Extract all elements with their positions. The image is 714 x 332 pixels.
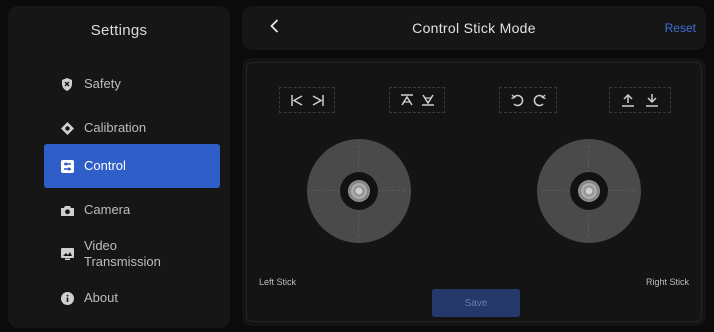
left-stick-label: Left Stick	[259, 277, 297, 287]
left-stick-diagram	[307, 139, 411, 243]
sidebar-item-label: Video Transmission	[84, 238, 161, 269]
video-transmission-icon	[60, 247, 74, 261]
throttle-up-icon	[400, 94, 413, 106]
yaw-left-icon	[290, 94, 303, 106]
right-stick-diagram	[537, 139, 641, 243]
stick-mode-panel: Left Stick Right Stick Save	[242, 58, 706, 326]
control-icon	[60, 159, 74, 173]
descend-icon	[646, 93, 658, 107]
sidebar-item-label: Camera	[84, 202, 131, 217]
reset-button[interactable]: Reset	[665, 21, 696, 35]
diamond-icon	[60, 121, 74, 135]
ascend-descend-toggle[interactable]	[609, 87, 671, 113]
sidebar-item-safety[interactable]: Safety	[44, 62, 220, 106]
page-title: Control Stick Mode	[412, 20, 536, 36]
ascend-icon	[622, 93, 634, 107]
sidebar-item-camera[interactable]: Camera	[44, 188, 220, 232]
camera-icon	[60, 203, 74, 217]
info-icon	[60, 291, 74, 305]
sidebar: Settings Safety Calibration Control Came…	[8, 6, 230, 328]
app-window: Settings Safety Calibration Control Came…	[0, 0, 714, 332]
throttle-up-down-toggle[interactable]	[389, 87, 445, 113]
sidebar-item-label: Calibration	[84, 120, 147, 135]
shield-icon	[60, 77, 74, 91]
stick-mode-card: Left Stick Right Stick Save	[246, 62, 702, 322]
stick-cap	[348, 180, 370, 202]
sidebar-title: Settings	[90, 22, 148, 39]
stick-cap	[578, 180, 600, 202]
yaw-left-right-toggle[interactable]	[279, 87, 335, 113]
rotate-ccw-icon	[510, 94, 524, 107]
rotate-cw-icon	[533, 94, 546, 107]
sidebar-item-label: Control	[84, 158, 126, 173]
rotate-ccw-cw-toggle[interactable]	[499, 87, 557, 113]
header-bar: Control Stick Mode Reset	[242, 6, 706, 50]
throttle-down-icon	[421, 94, 434, 106]
sidebar-item-about[interactable]: About	[44, 276, 220, 320]
save-button[interactable]: Save	[432, 289, 520, 317]
sidebar-item-label: Safety	[84, 76, 121, 91]
sidebar-item-label: About	[84, 290, 118, 305]
sidebar-item-video-transmission[interactable]: Video Transmission	[44, 232, 220, 276]
yaw-right-icon	[312, 94, 324, 106]
sidebar-item-control[interactable]: Control	[44, 144, 220, 188]
right-stick-label: Right Stick	[645, 277, 689, 287]
